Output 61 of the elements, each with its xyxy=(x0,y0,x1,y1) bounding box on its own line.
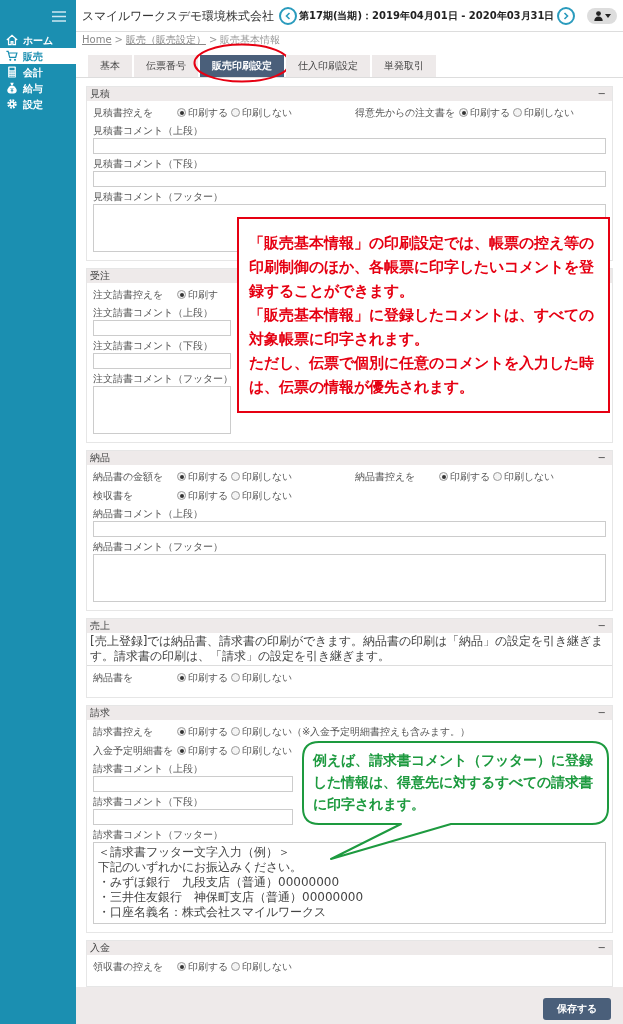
radio-label: 印刷する xyxy=(188,489,228,503)
radio-label: 印刷する xyxy=(188,744,228,758)
field-label: 納品書コメント（上段） xyxy=(93,506,203,521)
radio-label: 印刷する xyxy=(470,106,510,120)
text-line: ＜請求書フッター文字入力（例）＞ xyxy=(98,844,290,860)
field-label: 納品書控えを xyxy=(355,470,416,484)
field-label: 注文請書控えを xyxy=(93,288,164,302)
breadcrumb-separator: > xyxy=(114,32,123,47)
field-label: 注文請書コメント（フッター） xyxy=(93,371,233,386)
field-label: 入金予定明細書を xyxy=(93,744,174,758)
field-label: 納品書の金額を xyxy=(93,470,164,484)
breadcrumb-current: 販売基本情報 xyxy=(220,32,281,47)
field-label: 見積書コメント（下段） xyxy=(93,156,203,171)
section-title: 納品 xyxy=(90,451,110,465)
field-label: 見積書控えを xyxy=(93,106,154,120)
field-label: 見積書コメント（フッター） xyxy=(93,189,223,204)
radio-label: 印刷しない xyxy=(242,470,292,484)
radio-label: 印刷する xyxy=(188,470,228,484)
callout-text: 「販売基本情報」の印刷設定では、帳票の控え等の印刷制御のほか、各帳票に印字したいコメントを登録することができます。 xyxy=(249,232,595,302)
field-label: 請求書コメント（上段） xyxy=(93,761,203,776)
text-line: ・三井住友銀行 神保町支店（普通）00000000 xyxy=(98,889,364,905)
text-line: 下記のいずれかにお振込みください。 xyxy=(98,859,302,875)
field-label: 納品書コメント（フッター） xyxy=(93,539,223,554)
radio-label: 印刷しない xyxy=(242,671,292,685)
radio-label: 印刷する xyxy=(188,725,228,739)
field-label: 請求書控えを xyxy=(93,725,154,739)
radio-label: 印刷しない xyxy=(242,960,292,974)
radio-label: 印刷する xyxy=(188,960,228,974)
section-title: 見積 xyxy=(90,87,110,101)
field-label: 見積書コメント（上段） xyxy=(93,123,203,138)
callout-text: ただし、伝票で個別に任意のコメントを入力した時は、伝票の情報が優先されます。 xyxy=(249,352,595,398)
radio-label: 印刷する xyxy=(188,106,228,120)
section-title: 入金 xyxy=(90,941,110,955)
text-line: ・みずほ銀行 九段支店（普通）00000000 xyxy=(98,874,340,890)
radio-label: 印刷しない xyxy=(524,106,574,120)
section-title: 請求 xyxy=(90,706,110,720)
radio-label: 印刷しない xyxy=(242,489,292,503)
field-label: 検収書を xyxy=(93,489,134,503)
field-label: 領収書の控えを xyxy=(93,960,164,974)
breadcrumb-separator: > xyxy=(208,32,218,47)
text-line: ・口座名義名：株式会社スマイルワークス xyxy=(98,904,326,920)
radio-label: 印刷する xyxy=(450,470,490,484)
company-name: スマイルワークスデモ環境株式会社 xyxy=(82,7,274,25)
fiscal-period: 第17期(当期)：2019年04月01日 - 2020年03月31日 xyxy=(299,9,555,23)
field-label: 請求書コメント（フッター） xyxy=(93,827,223,842)
field-label: 請求書コメント（下段） xyxy=(93,794,203,809)
callout-text: 「販売基本情報」に登録したコメントは、すべての対象帳票に印字されます。 xyxy=(249,304,595,350)
radio-label: 印刷しない xyxy=(242,106,292,120)
radio-label: 印刷しない xyxy=(504,470,554,484)
field-label: 注文請書コメント（上段） xyxy=(93,305,213,320)
section-title: 売上 xyxy=(90,619,110,633)
field-label: 注文請書コメント（下段） xyxy=(93,338,213,353)
callout-text: 例えば、請求書コメント（フッター）に登録した情報は、得意先に対するすべての請求書に印字されます。 xyxy=(313,750,594,814)
section-note: [売上登録]では納品書、請求書の印刷ができます。納品書の印刷は「納品」の設定を引き継ぎます。請求書の印刷は、「請求」の設定を引き継ぎます。 xyxy=(90,633,605,664)
radio-label: 印刷する xyxy=(188,671,228,685)
radio-label: 印刷しない（※入金予定明細書控えも含みます。） xyxy=(242,725,471,739)
section-title: 受注 xyxy=(90,269,110,283)
radio-label: 印刷しない xyxy=(242,744,292,758)
field-label: 納品書を xyxy=(93,671,134,685)
radio-label: 印刷す xyxy=(188,288,218,302)
field-label: 得意先からの注文書を xyxy=(355,106,456,120)
